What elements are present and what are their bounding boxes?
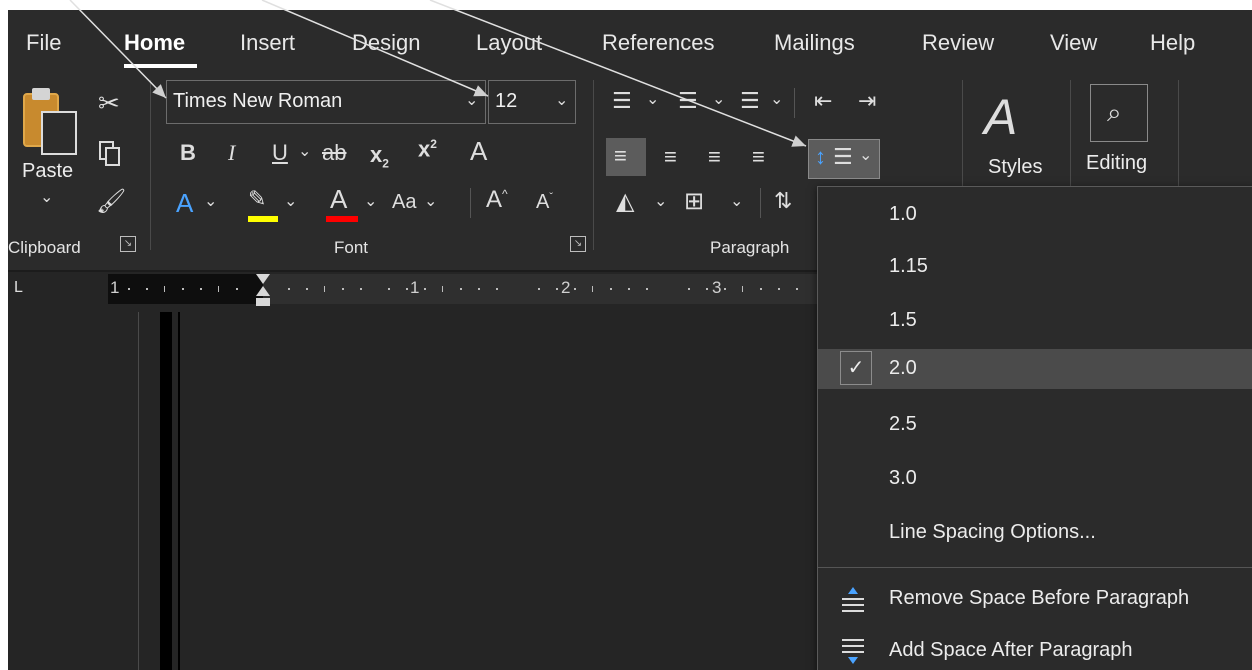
annotation-arrows xyxy=(69,0,807,147)
